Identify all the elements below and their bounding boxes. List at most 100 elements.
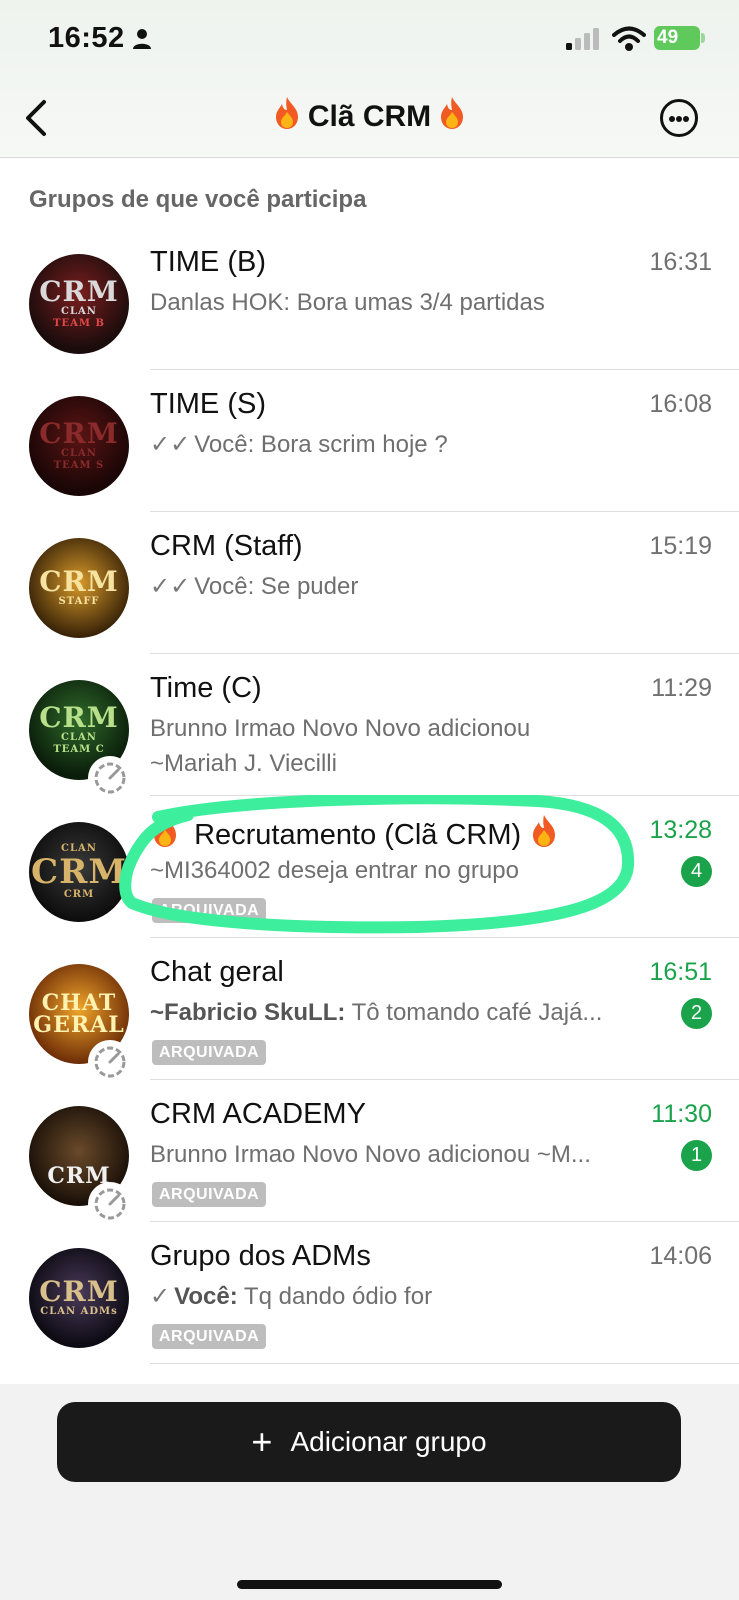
group-title: Chat geral: [150, 956, 284, 988]
group-title: Time (C): [150, 672, 262, 704]
archived-tag: ARQUIVADA: [152, 1182, 267, 1207]
group-row-grupo-dos-adms[interactable]: CRM CLAN ADMs Grupo dos ADMs 14:06 ✓ Você…: [0, 1222, 739, 1364]
group-time: 13:28: [649, 816, 712, 844]
community-badge: [88, 756, 132, 800]
last-message: Danlas HOK: Bora umas 3/4 partidas: [150, 285, 650, 320]
row-divider: [150, 1363, 739, 1364]
battery-level: 49: [657, 27, 679, 48]
last-message: ✓ Você: Tq dando ódio for: [150, 1279, 650, 1314]
group-time: 16:08: [649, 390, 712, 418]
avatar: CLAN CRM CRM: [29, 822, 129, 922]
unread-badge: 4: [681, 856, 712, 887]
footer: + Adicionar grupo: [0, 1384, 739, 1600]
fire-icon: [441, 97, 464, 129]
home-indicator[interactable]: [237, 1580, 502, 1589]
group-time: 11:30: [651, 1100, 712, 1128]
avatar-logo-text: CRM: [39, 565, 119, 598]
last-message: ~Fabricio SkuLL: Tô tomando café Jajá...: [150, 995, 650, 1030]
avatar-logo: CRM STAFF: [29, 538, 129, 638]
avatar-logo-sub: CLAN: [61, 306, 97, 317]
message-text: Tô tomando café Jajá...: [345, 999, 603, 1026]
avatar-logo-team: TEAM S: [53, 460, 105, 471]
message-line-1: Brunno Irmao Novo Novo adicionou: [150, 715, 531, 742]
group-title: TIME (B): [150, 246, 266, 278]
avatar-logo-text: CRM: [39, 701, 119, 734]
message-text: Tq dando ódio for: [237, 1283, 433, 1310]
sent-tick-icon: ✓: [150, 1283, 171, 1310]
avatar-logo-team: TEAM C: [53, 744, 105, 755]
status-time: 16:52: [48, 22, 125, 54]
group-time: 11:29: [651, 674, 712, 702]
avatar-logo-sub: CLAN: [61, 448, 97, 459]
speedometer-icon: [94, 762, 126, 794]
person-icon: [133, 29, 151, 49]
unread-badge: 2: [681, 998, 712, 1029]
avatar: CRM CLAN TEAM S: [29, 396, 129, 496]
fire-icon: [275, 97, 298, 129]
wifi-icon: [612, 26, 646, 51]
group-row-chat-geral[interactable]: CHAT GERAL Chat geral 16:51 ~Fabricio Sk…: [0, 938, 739, 1084]
avatar-logo-text: CRM: [39, 417, 119, 450]
more-options-button[interactable]: [660, 99, 698, 137]
message-line-1: Brunno Irmao Novo Novo adicionou ~M...: [150, 1141, 591, 1168]
avatar-logo-team: TEAM B: [53, 318, 105, 329]
ellipsis-dot: [669, 116, 675, 122]
message-sender: ~Fabricio SkuLL:: [150, 999, 346, 1026]
add-group-label: Adicionar grupo: [290, 1426, 487, 1457]
avatar-logo-team: CRM: [63, 889, 95, 900]
archived-tag: ARQUIVADA: [152, 1040, 267, 1065]
avatar-logo: CLAN CRM CRM: [29, 822, 129, 922]
battery-icon: 49: [654, 26, 700, 50]
group-title: CRM (Staff): [150, 530, 303, 562]
avatar-logo-sub: STAFF: [58, 596, 100, 607]
message-sender: Você:: [174, 1283, 238, 1310]
battery-tip: [701, 33, 705, 43]
add-group-button[interactable]: + Adicionar grupo: [57, 1402, 681, 1482]
last-message: ✓✓ Você: Bora scrim hoje ?: [150, 427, 650, 462]
avatar: CRM CLAN TEAM B: [29, 254, 129, 354]
avatar: CRM CLAN ADMs: [29, 1248, 129, 1348]
avatar-logo: CRM CLAN TEAM B: [29, 254, 129, 354]
message-sender: Você:: [194, 431, 255, 458]
avatar-logo-text: CRM: [39, 275, 119, 308]
page-title-text: Clã CRM: [307, 100, 432, 133]
group-time: 16:51: [649, 958, 712, 986]
community-badge: [88, 1040, 132, 1084]
last-message: ✓✓ Você: Se puder: [150, 569, 650, 604]
group-row-crm-staff[interactable]: CRM STAFF CRM (Staff) 15:19 ✓✓ Você: Se p…: [0, 512, 739, 654]
group-time: 15:19: [649, 532, 712, 560]
group-row-time-b[interactable]: CRM CLAN TEAM B TIME (B) 16:31 Danlas HO…: [0, 228, 739, 370]
group-title: CRM ACADEMY: [150, 1098, 366, 1130]
community-badge: [88, 1182, 132, 1226]
last-message: Brunno Irmao Novo Novo adicionou ~M...: [150, 1137, 650, 1172]
avatar-logo-sub: CLAN ADMs: [40, 1306, 118, 1317]
group-row-crm-academy[interactable]: CRM CRM ACADEMY 11:30 Brunno Irmao Novo …: [0, 1080, 739, 1226]
top-bar: 16:52 49 Clã CRM: [0, 0, 739, 158]
message-text: Bora umas 3/4 partidas: [290, 289, 545, 316]
unread-badge: 1: [681, 1140, 712, 1171]
plus-icon: +: [251, 1421, 273, 1462]
ellipsis-dot: [683, 116, 689, 122]
avatar-logo-text: CHAT: [41, 990, 117, 1016]
ellipsis-dot: [676, 116, 682, 122]
avatar-logo-sub: CLAN: [61, 732, 97, 743]
message-sender: Você:: [194, 573, 255, 600]
signal-icon: [566, 28, 599, 50]
message-sender: Danlas HOK:: [150, 289, 291, 316]
page-title: Clã CRM: [0, 96, 739, 134]
group-row-time-c[interactable]: CRM CLAN TEAM C Time (C) 11:29 Brunno Ir…: [0, 654, 739, 800]
read-ticks-icon: ✓✓: [150, 573, 191, 600]
group-row-time-s[interactable]: CRM CLAN TEAM S TIME (S) 16:08 ✓✓ Você: B…: [0, 370, 739, 512]
avatar-logo-sub: GERAL: [33, 1012, 125, 1038]
group-time: 14:06: [649, 1242, 712, 1270]
read-ticks-icon: ✓✓: [150, 431, 191, 458]
message-line-2: ~Mariah J. Viecilli: [150, 750, 337, 777]
last-message: Brunno Irmao Novo Novo adicionou ~Mariah…: [150, 711, 650, 781]
avatar-logo-text: CRM: [39, 1275, 119, 1308]
avatar-logo-text: CRM: [31, 852, 127, 892]
archived-tag: ARQUIVADA: [152, 1324, 267, 1349]
avatar: CRM STAFF: [29, 538, 129, 638]
group-title: Grupo dos ADMs: [150, 1240, 371, 1272]
speedometer-icon: [94, 1046, 126, 1078]
message-text: Se puder: [254, 573, 359, 600]
